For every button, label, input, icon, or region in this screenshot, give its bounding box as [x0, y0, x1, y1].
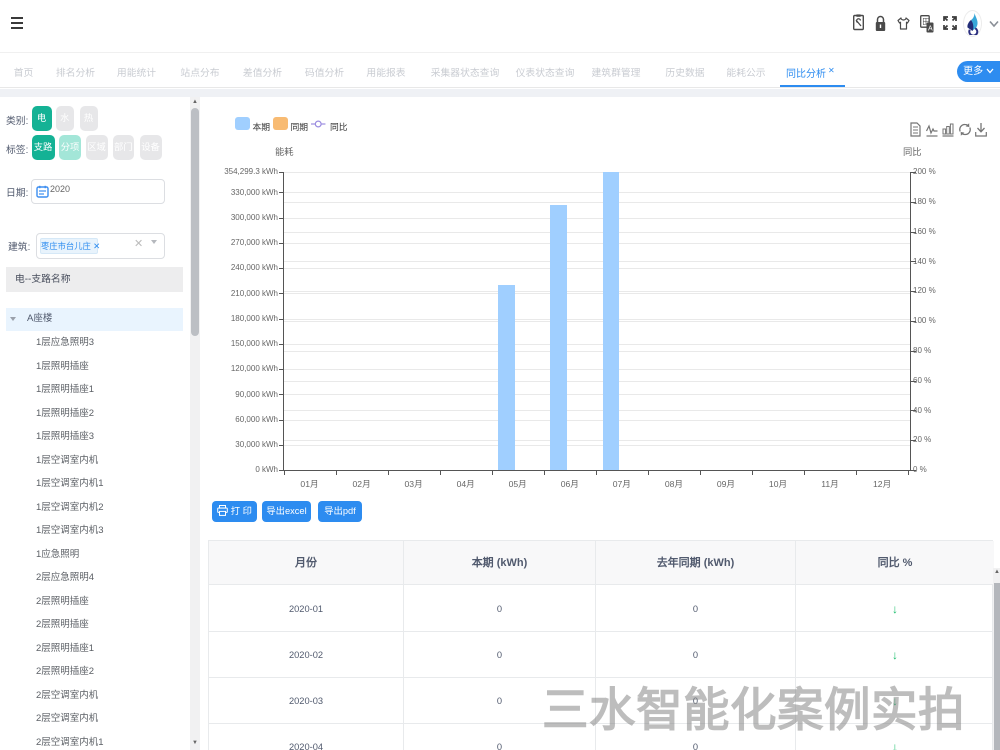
svg-text:A: A	[928, 26, 933, 33]
